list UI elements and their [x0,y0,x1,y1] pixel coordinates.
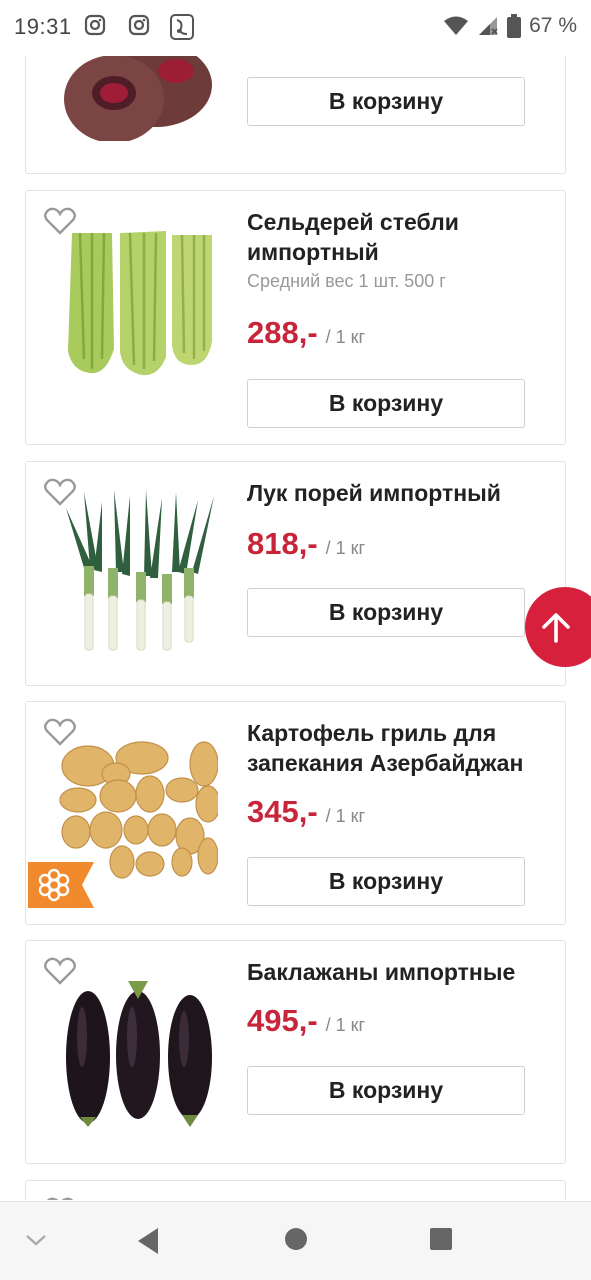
product-image-beet [64,43,212,141]
status-bar: 19:31 67 % [0,0,591,56]
add-to-cart-button[interactable]: В корзину [247,1066,525,1115]
recents-icon[interactable] [428,1226,454,1252]
instagram-icon [128,14,150,36]
product-list[interactable]: В корзину Сельдерей стебли импортный Сре… [0,0,591,1200]
product-card[interactable]: Лук порей импортный 818,- / 1 кг В корзи… [25,461,566,686]
signal-icon [479,17,498,35]
product-card[interactable] [25,1180,566,1200]
add-to-cart-button[interactable]: В корзину [247,857,525,906]
system-nav-bar [0,1201,591,1280]
arrow-up-icon [542,613,570,643]
price-row: 818,- / 1 кг [247,526,365,562]
price-unit: / 1 кг [325,806,366,826]
app-icon [170,14,194,40]
price-unit: / 1 кг [325,1015,366,1035]
product-title[interactable]: Лук порей импортный [247,478,555,508]
battery-icon [507,14,522,38]
product-price: 818,- [247,526,318,561]
product-card[interactable]: Сельдерей стебли импортный Средний вес 1… [25,190,566,445]
product-weight: Средний вес 1 шт. 500 г [247,271,446,291]
product-title[interactable]: Картофель гриль для запекания Азербайджа… [247,718,555,778]
back-icon[interactable] [134,1226,162,1256]
product-title[interactable]: Сельдерей стебли импортный [247,207,555,267]
product-card[interactable]: Баклажаны импортные 495,- / 1 кг В корзи… [25,940,566,1164]
home-icon[interactable] [283,1226,309,1252]
product-price: 288,- [247,315,318,350]
product-image-eggplant [66,981,212,1127]
product-price: 345,- [247,794,318,829]
price-row: 345,- / 1 кг [247,794,365,830]
wifi-icon [444,16,469,35]
price-unit: / 1 кг [325,538,366,558]
instagram-icon [84,14,106,36]
product-card[interactable]: Картофель гриль для запекания Азербайджа… [25,701,566,925]
product-image-celery [68,231,212,376]
status-time: 19:31 [14,14,72,39]
product-image-potato [59,741,218,879]
product-image-leek [66,490,214,651]
add-to-cart-button[interactable]: В корзину [247,77,525,126]
price-unit: / 1 кг [325,327,366,347]
product-price: 495,- [247,1003,318,1038]
product-title[interactable]: Баклажаны импортные [247,957,555,987]
price-row: 288,- / 1 кг [247,315,365,351]
favorite-heart-icon[interactable] [44,1197,76,1200]
battery-percent: 67 % [529,14,577,37]
add-to-cart-button[interactable]: В корзину [247,379,525,428]
price-row: 495,- / 1 кг [247,1003,365,1039]
flower-badge-icon [28,862,94,908]
add-to-cart-button[interactable]: В корзину [247,588,525,637]
chevron-down-icon[interactable] [24,1232,48,1248]
